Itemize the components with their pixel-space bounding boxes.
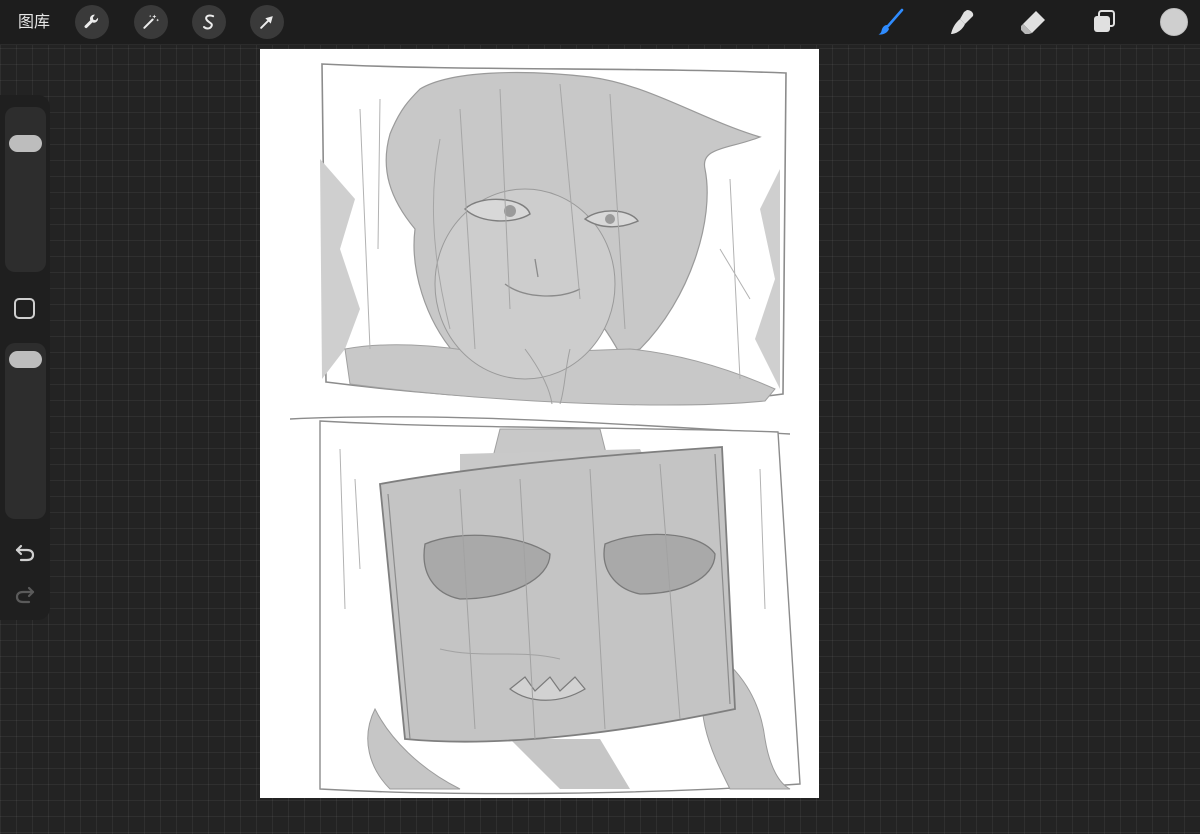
top-panel-sketch	[320, 63, 787, 406]
transform-button[interactable]	[250, 5, 284, 39]
drawing-canvas[interactable]	[260, 49, 819, 798]
redo-icon[interactable]	[13, 583, 37, 607]
selection-s-icon	[203, 14, 215, 30]
brush-icon	[878, 8, 904, 35]
brush-tool-button[interactable]	[875, 6, 907, 38]
procreate-app: 图库	[0, 0, 1200, 834]
adjustments-button[interactable]	[134, 5, 168, 39]
opacity-slider[interactable]	[5, 343, 46, 519]
brush-size-thumb[interactable]	[9, 135, 42, 152]
sketch-artwork	[289, 63, 801, 795]
smudge-tool-button[interactable]	[946, 6, 978, 38]
eraser-icon	[1021, 11, 1045, 34]
layers-button[interactable]	[1088, 6, 1120, 38]
color-picker-button[interactable]	[1160, 8, 1188, 36]
actions-button[interactable]	[75, 5, 109, 39]
opacity-thumb[interactable]	[9, 351, 42, 368]
brush-size-slider[interactable]	[5, 107, 46, 272]
layers-icon	[1094, 10, 1115, 32]
magic-wand-icon	[143, 14, 160, 29]
undo-icon[interactable]	[13, 541, 37, 565]
bottom-panel-sketch	[319, 420, 801, 795]
gallery-button[interactable]: 图库	[18, 12, 50, 32]
arrow-cursor-icon	[260, 16, 273, 29]
modify-button[interactable]	[14, 298, 35, 319]
top-toolbar: 图库	[0, 0, 1200, 45]
selection-button[interactable]	[192, 5, 226, 39]
eraser-tool-button[interactable]	[1017, 6, 1049, 38]
smudge-icon	[951, 10, 974, 34]
wrench-icon	[84, 14, 99, 29]
left-sidebar	[0, 95, 50, 620]
